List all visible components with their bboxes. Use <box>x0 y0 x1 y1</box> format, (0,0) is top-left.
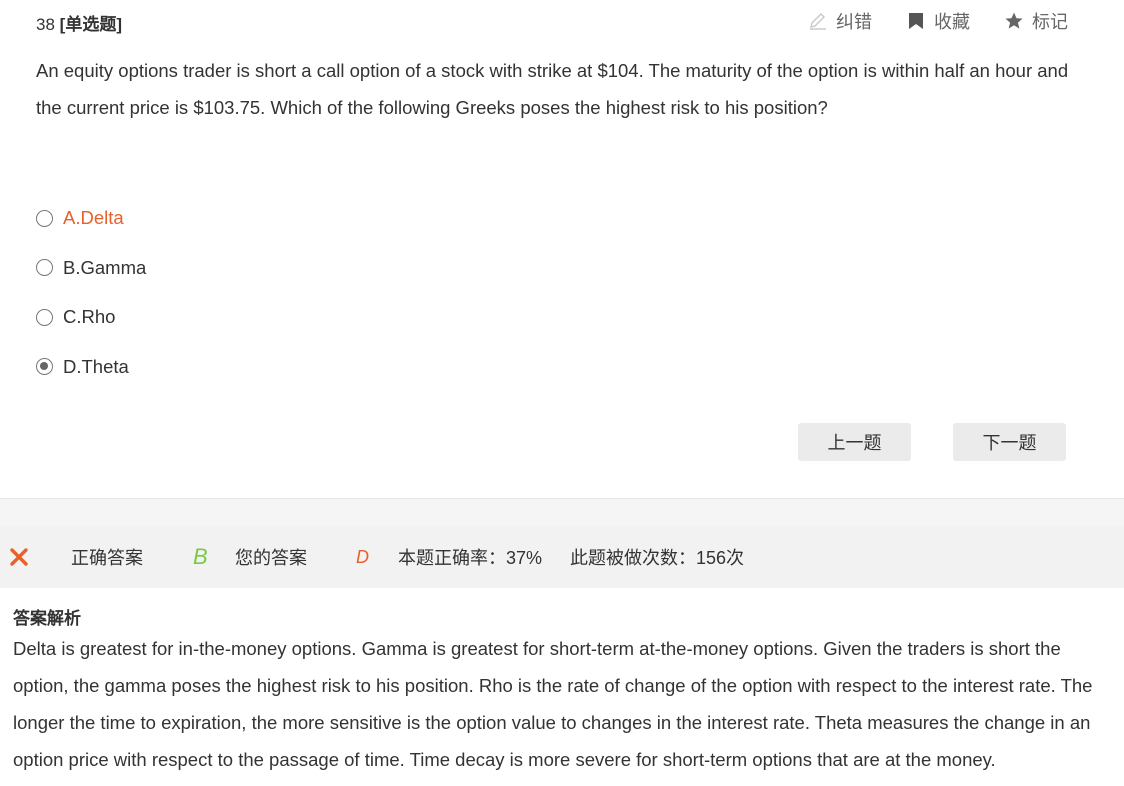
correct-answer-label: 正确答案 <box>71 548 143 568</box>
result-bar: 正确答案 B 您的答案 D 本题正确率：37% 此题被做次数：156次 <box>0 526 1124 588</box>
x-icon <box>10 548 28 566</box>
report-error-button[interactable]: 纠错 <box>808 8 872 34</box>
favorite-button[interactable]: 收藏 <box>906 8 970 34</box>
question-tools: 纠错 收藏 标记 <box>774 8 1068 34</box>
bookmark-icon <box>909 13 923 29</box>
option-d[interactable]: D.Theta <box>36 347 146 387</box>
radio-button-checked[interactable] <box>36 358 53 375</box>
explanation-title: 答案解析 <box>13 609 81 628</box>
question-page: 38 [单选题] 纠错 收藏 标记 An equity options trad… <box>0 0 1124 786</box>
option-a[interactable]: A.Delta <box>36 198 146 238</box>
option-b[interactable]: B.Gamma <box>36 248 146 288</box>
question-number: 38 <box>36 15 55 34</box>
favorite-label: 收藏 <box>934 12 970 32</box>
previous-question-button[interactable]: 上一题 <box>798 423 911 461</box>
question-text: An equity options trader is short a call… <box>36 60 1069 118</box>
radio-button[interactable] <box>36 259 53 276</box>
wrong-answer-icon <box>9 526 29 588</box>
answer-options: A.Delta B.Gamma C.Rho D.Theta <box>36 198 146 396</box>
your-answer-label: 您的答案 <box>235 548 307 568</box>
option-label: A.Delta <box>63 207 124 228</box>
question-type: [单选题] <box>59 15 122 34</box>
question-number-line: 38 [单选题] <box>36 10 122 35</box>
mark-button[interactable]: 标记 <box>1004 8 1068 34</box>
radio-button[interactable] <box>36 209 53 227</box>
attempt-count: 此题被做次数：156次 <box>570 548 745 568</box>
pencil-icon <box>810 13 826 30</box>
accuracy-rate: 本题正确率：37% <box>398 548 543 568</box>
report-error-label: 纠错 <box>836 12 872 32</box>
question-header: 38 [单选题] 纠错 收藏 标记 <box>36 8 1088 34</box>
section-divider <box>0 498 1124 527</box>
option-label: C.Rho <box>63 306 116 327</box>
option-c[interactable]: C.Rho <box>36 297 146 337</box>
radio-button[interactable] <box>36 308 53 326</box>
star-icon <box>1005 12 1023 29</box>
option-label: D.Theta <box>63 355 129 377</box>
explanation-text: Delta is greatest for in-the-money optio… <box>13 638 1093 770</box>
next-question-button[interactable]: 下一题 <box>953 423 1066 461</box>
your-answer-value: D <box>356 546 369 567</box>
option-label: B.Gamma <box>63 256 147 278</box>
correct-answer-value: B <box>193 544 208 569</box>
mark-label: 标记 <box>1032 12 1068 32</box>
